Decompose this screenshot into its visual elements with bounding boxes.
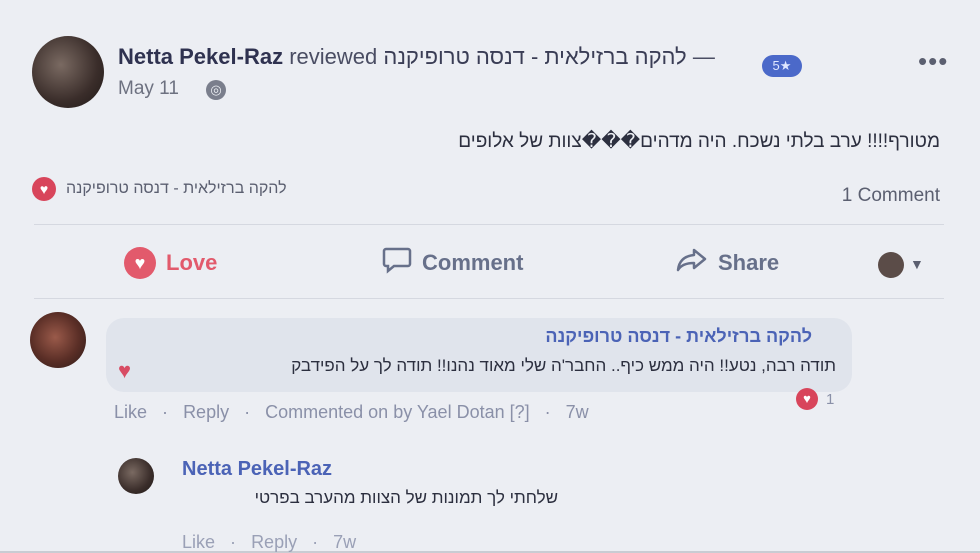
- comment-label: Comment: [422, 250, 524, 275]
- reviewed-label: reviewed: [289, 44, 378, 69]
- post-date[interactable]: May 11: [118, 78, 179, 100]
- page-name-link[interactable]: להקה ברזילאית - דנסה טרופיקנה: [383, 44, 686, 69]
- commented-on-by[interactable]: Commented on by Yael Dotan [?]: [265, 402, 530, 422]
- reply-meta: Like · Reply · 7w: [182, 532, 366, 553]
- reply-text: שלחתי לך תמונות של הצוות מהערב בפרטי: [254, 488, 558, 507]
- comment-text: תודה רבה, נטע!! היה ממש כיף.. החבר'ה שלי…: [291, 356, 836, 375]
- speech-bubble-icon: [382, 246, 412, 281]
- love-reaction-icon: ♥: [32, 177, 56, 201]
- chevron-down-icon[interactable]: ▼: [910, 256, 924, 272]
- globe-icon: ◎: [206, 80, 226, 100]
- comment-count[interactable]: 1 Comment: [842, 185, 940, 207]
- comment-bubble: להקה ברזילאית - דנסה טרופיקנה תודה רבה, …: [106, 318, 852, 392]
- heart-icon: ♥: [124, 247, 156, 279]
- share-label: Share: [718, 250, 780, 275]
- separator: ·: [544, 402, 551, 422]
- rating-badge: 5★: [762, 55, 802, 77]
- separator: ·: [244, 402, 251, 422]
- comment-button[interactable]: Comment: [382, 246, 524, 281]
- like-link[interactable]: Like: [182, 532, 215, 552]
- reactions-summary[interactable]: ♥ להקה ברזילאית - דנסה טרופיקנה: [32, 176, 287, 202]
- comment-author[interactable]: להקה ברזילאית - דנסה טרופיקנה: [545, 326, 812, 347]
- separator: ·: [162, 402, 169, 422]
- heart-emoji-icon: ♥: [118, 358, 132, 383]
- dash: —: [692, 44, 715, 69]
- review-post-card: Netta Pekel-Raz reviewed להקה ברזילאית -…: [0, 0, 980, 553]
- commenter-avatar[interactable]: [30, 312, 86, 368]
- love-label: Love: [166, 250, 218, 275]
- comment-time[interactable]: 7w: [566, 402, 589, 422]
- reply-author-avatar[interactable]: [118, 458, 154, 494]
- divider: [34, 224, 944, 225]
- reply-link[interactable]: Reply: [183, 402, 229, 422]
- react-as-avatar[interactable]: [878, 252, 904, 278]
- reply-author[interactable]: Netta Pekel-Raz: [182, 458, 332, 481]
- love-reaction-icon: ♥: [796, 388, 818, 410]
- love-button[interactable]: ♥ Love: [124, 247, 218, 279]
- share-arrow-icon: [676, 247, 708, 280]
- comment-reaction-count[interactable]: ♥ 1: [796, 388, 834, 410]
- reply-time[interactable]: 7w: [333, 532, 356, 552]
- reaction-count: 1: [826, 390, 835, 408]
- more-options-icon[interactable]: •••: [918, 46, 948, 77]
- separator: ·: [230, 532, 237, 552]
- reply-link[interactable]: Reply: [251, 532, 297, 552]
- review-text: מטורף!!!! ערב בלתי נשכח. היה מדהים���צוו…: [458, 131, 940, 152]
- comment-meta: Like · Reply · Commented on by Yael Dota…: [114, 402, 599, 423]
- reaction-page-name: להקה ברזילאית - דנסה טרופיקנה: [66, 180, 287, 197]
- like-link[interactable]: Like: [114, 402, 147, 422]
- divider: [34, 298, 944, 299]
- author-avatar[interactable]: [32, 36, 104, 108]
- post-header: Netta Pekel-Raz reviewed להקה ברזילאית -…: [118, 44, 715, 70]
- separator: ·: [312, 532, 319, 552]
- author-name[interactable]: Netta Pekel-Raz: [118, 44, 283, 69]
- share-button[interactable]: Share: [676, 248, 779, 278]
